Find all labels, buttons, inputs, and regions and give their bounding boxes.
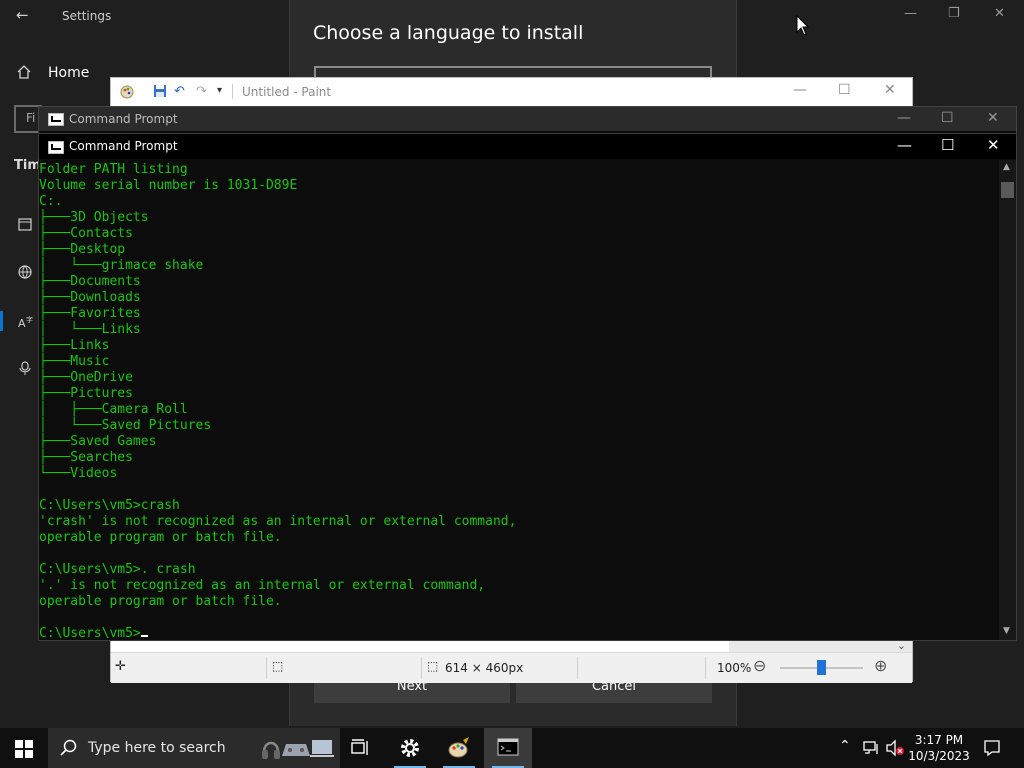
clock-time: 3:17 PM [914, 733, 964, 747]
cmd-back-maximize-button[interactable]: ☐ [941, 110, 954, 126]
text-cursor [140, 635, 148, 637]
selected-nav-indicator [0, 311, 3, 331]
paint-maximize-button[interactable]: ☐ [838, 82, 851, 98]
scroll-down-arrow-icon[interactable]: ▼ [1003, 626, 1010, 636]
redo-icon[interactable]: ↷ [196, 84, 207, 99]
console-text: Folder PATH listing Volume serial number… [39, 162, 517, 609]
taskbar-cmd-button[interactable] [484, 728, 532, 768]
task-view-icon [351, 739, 368, 755]
save-icon[interactable] [153, 84, 167, 98]
image-dimensions: 614 × 460px [445, 661, 524, 675]
zoom-level: 100% [717, 661, 752, 675]
paint-close-button[interactable]: ✕ [884, 82, 896, 98]
settings-minimize-button[interactable]: — [904, 6, 917, 21]
dialog-title: Choose a language to install [313, 22, 584, 44]
clock-date: 10/3/2023 [908, 749, 970, 763]
paint-minimize-button[interactable]: — [793, 82, 807, 98]
image-size-icon: ⬚ [427, 659, 439, 673]
cmd-close-button[interactable]: ✕ [987, 136, 1000, 154]
command-prompt-window: Command Prompt — ☐ ✕ Folder PATH listing… [38, 133, 1017, 641]
network-icon[interactable] [862, 740, 880, 756]
home-link[interactable]: Home [48, 65, 89, 81]
show-hidden-icons-chevron-icon[interactable]: ⌃ [839, 738, 851, 754]
cmd-back-titlebar[interactable]: Command Prompt — ☐ ✕ [39, 107, 1016, 131]
cmd-minimize-button[interactable]: — [897, 136, 912, 154]
cmd-scrollbar-thumb[interactable] [1001, 182, 1014, 198]
settings-title: Settings [62, 9, 112, 23]
cmd-titlebar[interactable]: Command Prompt — ☐ ✕ [39, 134, 1016, 159]
start-button[interactable] [15, 740, 33, 758]
calendar-icon[interactable] [17, 216, 33, 232]
zoom-slider-thumb[interactable] [817, 660, 826, 675]
language-icon[interactable]: A字 [17, 314, 33, 330]
settings-close-button[interactable]: ✕ [994, 6, 1005, 21]
taskbar-paint-button[interactable] [435, 728, 483, 768]
console-output[interactable]: Folder PATH listing Volume serial number… [39, 162, 999, 640]
zoom-out-icon[interactable]: ⊖ [753, 656, 766, 675]
task-view-button[interactable] [336, 728, 384, 768]
cmd-vertical-scrollbar[interactable]: ▲ ▼ [999, 160, 1016, 640]
svg-text:A: A [18, 317, 26, 330]
scroll-up-arrow-icon[interactable]: ▲ [1003, 162, 1010, 172]
globe-icon[interactable] [17, 264, 33, 280]
search-placeholder: Type here to search [88, 740, 226, 756]
search-icon [60, 739, 77, 756]
cmd-back-title: Command Prompt [69, 112, 178, 126]
console-prompt: C:\Users\vm5> [39, 626, 141, 640]
cmd-app-icon [48, 141, 64, 154]
cmd-title: Command Prompt [69, 139, 178, 153]
volume-muted-icon[interactable] [885, 739, 905, 757]
home-icon [17, 65, 31, 79]
cmd-back-minimize-button[interactable]: — [897, 110, 911, 126]
gear-icon [401, 739, 419, 757]
undo-icon[interactable]: ↶ [174, 84, 185, 99]
customize-toolbar-dropdown-icon[interactable]: ▾ [217, 85, 222, 96]
paint-title: Untitled - Paint [242, 85, 332, 99]
cursor-position-icon: ✛ [115, 659, 126, 674]
zoom-in-icon[interactable]: ⊕ [874, 656, 887, 675]
title-divider [232, 84, 233, 99]
paint-status-bar: ✛ ⬚ ⬚ 614 × 460px 100% ⊖ ⊕ [111, 652, 912, 683]
taskbar-settings-button[interactable] [386, 728, 434, 768]
selection-size-icon: ⬚ [272, 659, 284, 673]
cmd-back-close-button[interactable]: ✕ [987, 110, 999, 126]
svg-text:字: 字 [26, 315, 33, 324]
paint-icon [448, 737, 469, 758]
microphone-icon[interactable] [17, 360, 33, 376]
command-prompt-icon [497, 738, 519, 756]
find-setting-placeholder: Fi [26, 111, 36, 125]
taskbar: Type here to search ⌃ 3:17 PM 10/3/2023 [0, 728, 1024, 768]
section-heading: Tim [14, 158, 41, 173]
notifications-icon[interactable] [983, 739, 1001, 757]
settings-restore-button[interactable]: ❐ [948, 6, 960, 21]
system-clock[interactable]: 3:17 PM 10/3/2023 [905, 732, 973, 764]
back-arrow-icon[interactable]: ← [16, 6, 29, 24]
windows-logo-icon [15, 740, 23, 748]
paint-app-icon [120, 85, 134, 99]
cmd-maximize-button[interactable]: ☐ [941, 136, 954, 154]
mouse-pointer-icon [796, 15, 810, 36]
cmd-app-icon [48, 113, 64, 126]
taskbar-search-box[interactable]: Type here to search [48, 728, 340, 768]
search-highlight-image-icon [262, 740, 334, 759]
